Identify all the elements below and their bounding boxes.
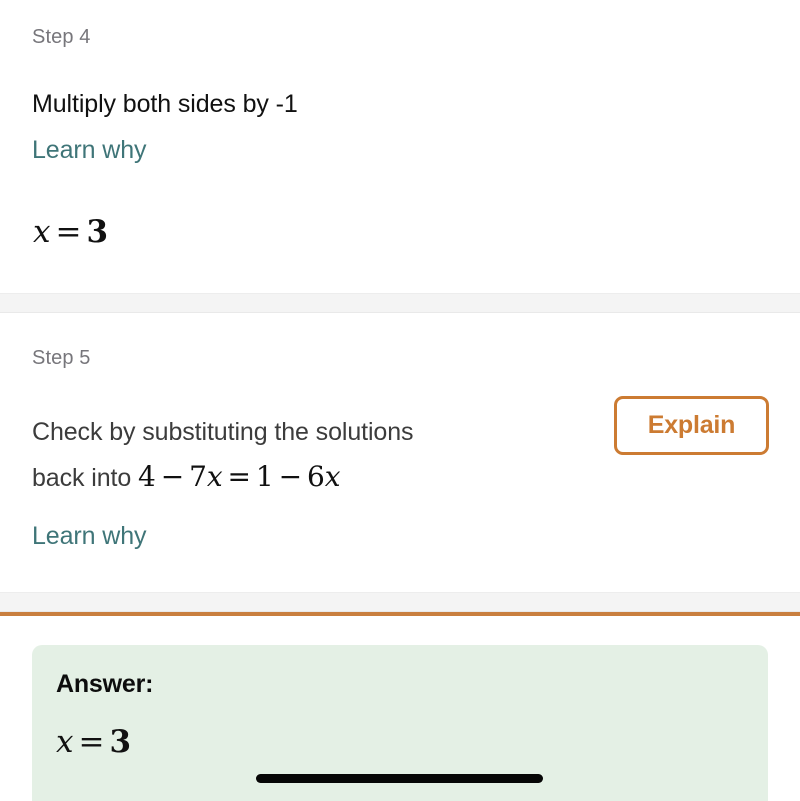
eq-term-2-coefficient: 7 [189,460,207,493]
step-4-title: Multiply both sides by -1 [32,90,298,118]
eq-term-4-coefficient: 6 [307,460,325,493]
step-5-inline-equation: 4−7x = 1−6x [138,460,341,493]
step-4-learn-why-link[interactable]: Learn why [32,134,147,167]
eq-term-2-variable: x [206,460,223,493]
answer-label: Answer: [56,670,154,698]
eq-operator-3: − [278,460,302,493]
step-5-title-line-1: Check by substituting the solutions [32,418,414,446]
eq-term-3: 1 [255,460,274,493]
answer-equation: x = 3 [56,725,744,759]
step-4-equation-variable: x [33,214,51,250]
answer-equation-variable: x [56,724,74,760]
eq-term-1: 4 [138,460,156,493]
answer-accent-rule [0,612,800,616]
step-divider-1 [0,293,800,313]
eq-operator-2: = [227,460,251,493]
eq-term-4-variable: x [324,460,341,493]
step-4-equation-result: 3 [86,214,109,250]
step-divider-2 [0,592,800,612]
explain-button[interactable]: Explain [614,396,769,455]
answer-equation-result: 3 [109,724,132,760]
step-5-learn-why-link[interactable]: Learn why [32,520,147,553]
step-4-equation-operator: = [55,214,82,250]
step-4-equation: x = 3 [33,215,108,249]
step-4-label: Step 4 [32,26,91,48]
step-block-4: Step 4 Multiply both sides by -1 Learn w… [0,0,800,293]
answer-equation-operator: = [78,724,105,760]
step-5-title-line-2-prefix: back into [32,464,139,492]
eq-operator-1: − [160,460,185,493]
step-5-title-line-2: back into 4−7x = 1−6x [32,460,341,496]
solution-steps-page: Step 4 Multiply both sides by -1 Learn w… [0,0,800,801]
step-5-label: Step 5 [32,347,91,369]
answer-card: Answer: x = 3 [32,645,768,801]
answer-redaction-bar [256,774,543,783]
